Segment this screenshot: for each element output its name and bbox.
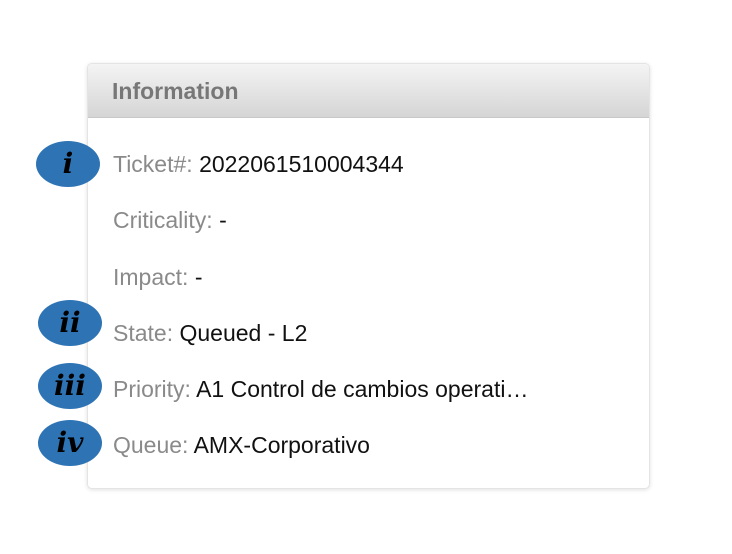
panel-header: Information xyxy=(88,64,649,118)
field-value: - xyxy=(219,207,227,233)
field-label: Priority: xyxy=(113,376,197,402)
field-value: AMX-Corporativo xyxy=(193,432,370,458)
field-ticket-number: Ticket#: 2022061510004344 xyxy=(113,150,404,178)
annotation-marker-i: i xyxy=(36,141,100,187)
field-queue: Queue: AMX-Corporativo xyxy=(113,431,370,459)
field-label: Criticality: xyxy=(113,207,220,233)
annotation-marker-ii: ii xyxy=(38,300,102,346)
annotation-marker-iii: iii xyxy=(38,363,102,409)
panel-title: Information xyxy=(112,78,239,104)
field-value: - xyxy=(194,264,203,290)
field-label: State: xyxy=(113,320,180,346)
field-criticality: Criticality: - xyxy=(113,206,227,234)
field-state: State: Queued - L2 xyxy=(113,319,307,347)
field-impact: Impact: - xyxy=(113,263,202,291)
field-value: 2022061510004344 xyxy=(199,151,404,177)
field-label: Queue: xyxy=(113,432,194,458)
field-priority: Priority: A1 Control de cambios operati… xyxy=(113,375,528,403)
field-label: Ticket#: xyxy=(113,151,200,177)
field-value: Queued - L2 xyxy=(179,320,308,346)
field-label: Impact: xyxy=(113,264,195,290)
annotation-marker-iv: iv xyxy=(38,420,102,466)
information-panel: Information Ticket#: 2022061510004344 Cr… xyxy=(87,63,650,489)
screenshot-stage: Information Ticket#: 2022061510004344 Cr… xyxy=(0,0,732,554)
field-value: A1 Control de cambios operati… xyxy=(196,376,529,402)
